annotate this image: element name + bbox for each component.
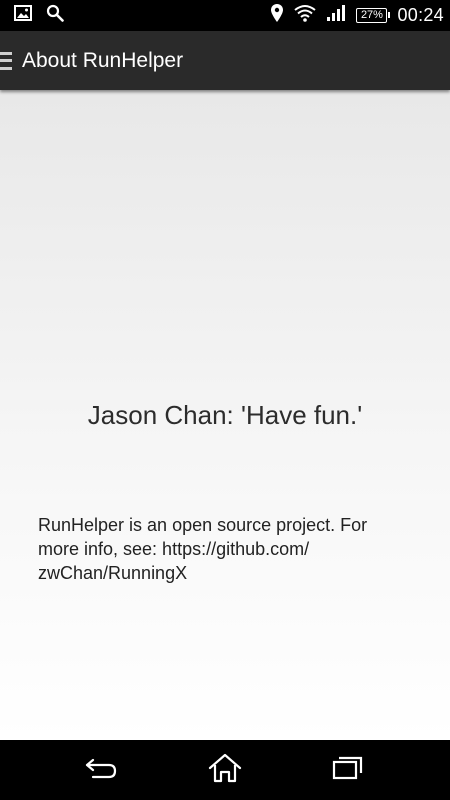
page-title: About RunHelper (22, 48, 184, 72)
recent-apps-button[interactable] (324, 750, 372, 790)
wifi-icon (294, 4, 317, 27)
about-content: Jason Chan: 'Have fun.' RunHelper is an … (0, 90, 450, 740)
action-bar: About RunHelper (0, 31, 450, 90)
recent-apps-icon (332, 755, 364, 786)
battery-icon: 27% (356, 8, 391, 23)
project-info-line: RunHelper is an open source project. For (38, 515, 368, 535)
back-icon (85, 756, 119, 785)
project-info-line[interactable]: more info, see: https://github.com/ (38, 537, 418, 561)
project-info: RunHelper is an open source project. For… (38, 513, 418, 585)
home-icon (208, 753, 242, 788)
status-bar: 27% 00:24 (0, 0, 450, 31)
status-bar-notifications (0, 4, 64, 27)
status-time: 00:24 (397, 5, 444, 25)
author-motto: Jason Chan: 'Have fun.' (87, 400, 363, 430)
location-icon (270, 3, 284, 28)
battery-level: 27% (360, 9, 383, 21)
navigation-drawer-icon[interactable] (0, 51, 12, 70)
project-info-line[interactable]: zwChan/RunningX (38, 561, 418, 585)
image-icon (14, 5, 32, 26)
screen: 27% 00:24 About RunHelper Jason Chan: 'H… (0, 0, 450, 800)
navigation-bar (0, 740, 450, 800)
search-icon (46, 4, 64, 27)
status-bar-system: 27% 00:24 (270, 3, 450, 28)
signal-icon (326, 4, 346, 27)
back-button[interactable] (78, 750, 126, 790)
home-button[interactable] (201, 750, 249, 790)
